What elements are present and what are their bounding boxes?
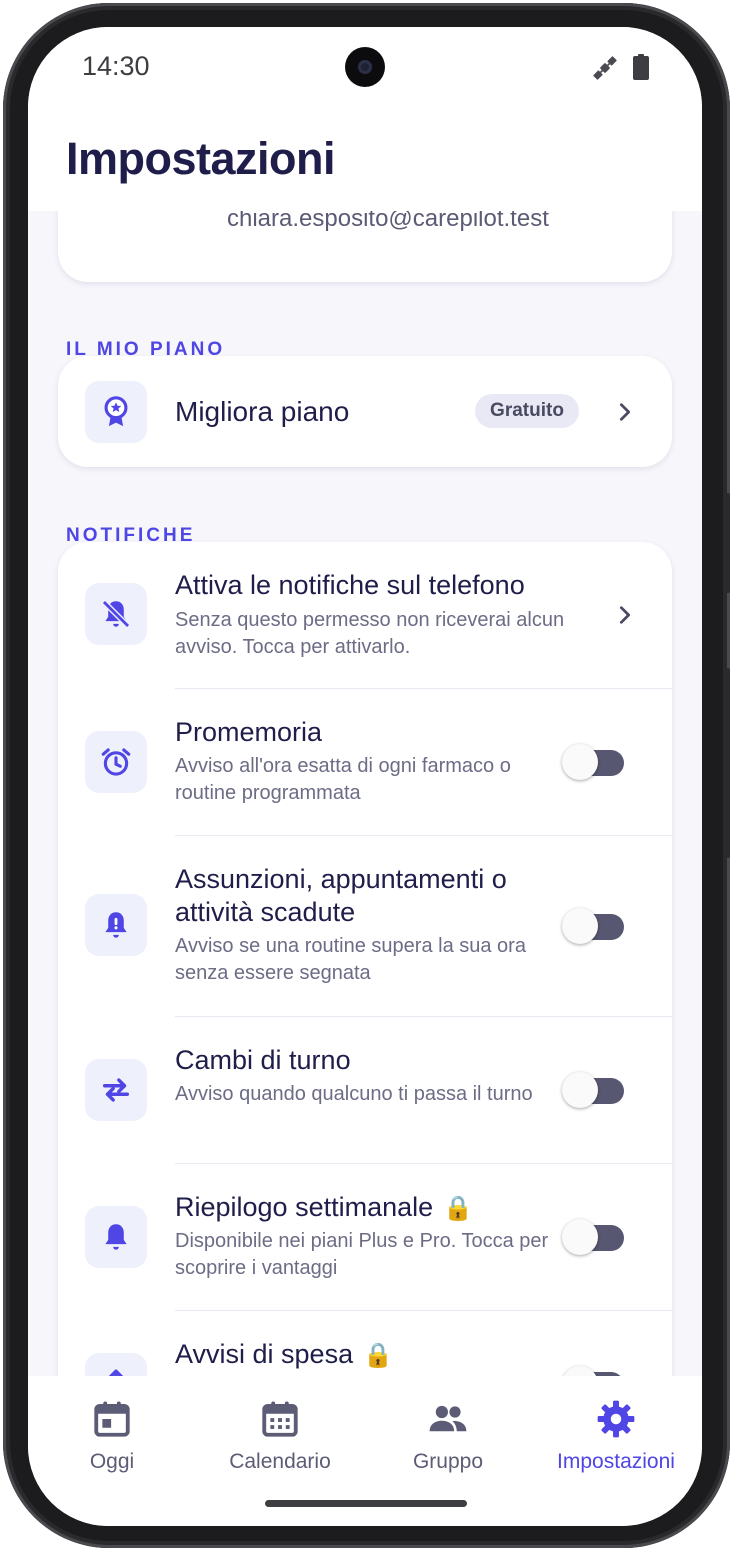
nav-item-impostazioni[interactable]: Impostazioni — [532, 1398, 700, 1478]
nav-item-calendario[interactable]: Calendario — [196, 1398, 364, 1478]
bell-icon — [85, 1206, 147, 1268]
profile-card[interactable]: chiara.esposito@carepilot.test — [58, 211, 672, 282]
screen: 14:30 Impostazioni chiara.esposito@carep… — [28, 27, 702, 1526]
notification-title: Riepilogo settimanale 🔒 — [175, 1191, 595, 1225]
nav-label: Impostazioni — [557, 1450, 675, 1473]
notification-title: Assunzioni, appuntamenti o attività scad… — [175, 864, 507, 927]
bottom-nav: Oggi Calendario Gruppo Impostazioni — [28, 1376, 702, 1526]
notification-row-overdue[interactable]: Assunzioni, appuntamenti o attività scad… — [58, 836, 672, 1016]
expense-icon — [85, 1353, 147, 1376]
toggle-thumb — [562, 1072, 598, 1108]
profile-email: chiara.esposito@carepilot.test — [227, 211, 549, 232]
notification-title: Promemoria — [175, 717, 323, 747]
battery-icon — [633, 54, 649, 80]
nav-label: Calendario — [229, 1450, 331, 1473]
bell-off-icon — [85, 583, 147, 645]
calendar-month-icon — [262, 1401, 298, 1437]
toggle-weekly-summary[interactable] — [562, 1219, 624, 1255]
upgrade-plan-title: Migliora piano — [175, 396, 350, 427]
toggle-thumb — [562, 908, 598, 944]
notifications-card: Attiva le notifiche sul telefono Senza q… — [58, 542, 672, 1376]
power-button — [725, 668, 730, 858]
notification-subtitle: Avviso all'ora esatta di ogni farmaco o … — [175, 755, 511, 804]
bell-alert-icon — [85, 894, 147, 956]
swap-arrows-icon — [85, 1059, 147, 1121]
plan-badge: Gratuito — [475, 394, 579, 428]
lock-icon: 🔒 — [443, 1195, 474, 1222]
chevron-right-icon — [619, 403, 631, 421]
notification-title: Attiva le notifiche sul telefono — [175, 570, 525, 600]
notification-row-weekly-summary[interactable]: Riepilogo settimanale 🔒 Disponibile nei p… — [58, 1164, 672, 1310]
toggle-thumb — [562, 1219, 598, 1255]
header: Impostazioni — [28, 111, 702, 211]
notification-subtitle: Avviso se una routine supera la sua ora … — [175, 935, 526, 984]
notification-title: Cambi di turno — [175, 1045, 351, 1075]
upgrade-plan-row[interactable]: Migliora piano Gratuito — [58, 356, 672, 467]
volume-button — [725, 493, 730, 593]
notification-title-text: Avvisi di spesa — [175, 1339, 354, 1369]
page-title: Impostazioni — [66, 133, 336, 184]
settings-scroll[interactable]: chiara.esposito@carepilot.test IL MIO PI… — [28, 211, 702, 1376]
status-bar: 14:30 — [28, 27, 702, 111]
toggle-reminders[interactable] — [562, 744, 624, 780]
calendar-today-icon — [94, 1401, 130, 1437]
toggle-expense-alerts[interactable] — [562, 1366, 624, 1376]
notification-subtitle: Senza questo permesso non riceverai alcu… — [175, 609, 565, 658]
nav-item-gruppo[interactable]: Gruppo — [364, 1398, 532, 1478]
home-indicator[interactable] — [265, 1500, 467, 1507]
satellite-icon — [593, 56, 617, 80]
notification-subtitle: Avviso quando qualcuno ti passa il turno — [175, 1083, 533, 1105]
notification-row-phone-permission[interactable]: Attiva le notifiche sul telefono Senza q… — [58, 542, 672, 688]
group-icon — [429, 1405, 467, 1432]
notification-title-text: Riepilogo settimanale — [175, 1192, 434, 1222]
notification-row-expense-alerts[interactable]: Avvisi di spesa 🔒 — [58, 1311, 672, 1376]
nav-label: Oggi — [89, 1450, 135, 1473]
notification-title: Avvisi di spesa 🔒 — [175, 1338, 595, 1372]
notification-row-reminders[interactable]: Promemoria Avviso all'ora esatta di ogni… — [58, 689, 672, 835]
gear-icon — [597, 1400, 635, 1438]
nav-label: Gruppo — [412, 1450, 484, 1473]
toggle-shift-changes[interactable] — [562, 1072, 624, 1108]
notification-subtitle: Disponibile nei piani Plus e Pro. Tocca … — [175, 1230, 549, 1279]
notification-row-shift-changes[interactable]: Cambi di turno Avviso quando qualcuno ti… — [58, 1017, 672, 1163]
lock-icon: 🔒 — [363, 1342, 393, 1369]
status-time: 14:30 — [82, 51, 150, 81]
toggle-overdue[interactable] — [562, 908, 624, 944]
front-camera — [345, 47, 385, 87]
alarm-clock-icon — [85, 731, 147, 793]
nav-item-oggi[interactable]: Oggi — [28, 1398, 196, 1478]
chevron-right-icon — [619, 606, 631, 624]
toggle-thumb — [562, 744, 598, 780]
award-icon — [85, 381, 147, 443]
